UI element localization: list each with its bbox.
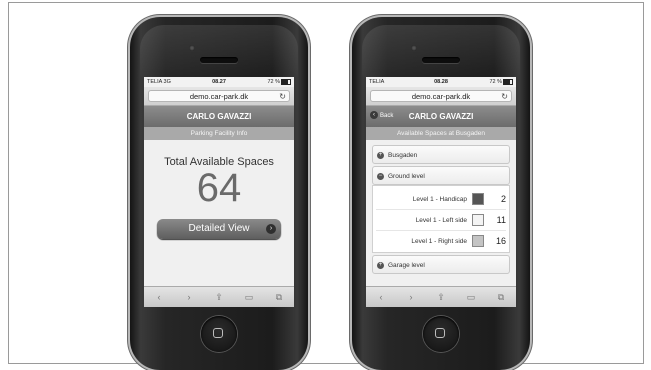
list-item: Level 1 - Handicap 2	[376, 189, 506, 210]
home-button[interactable]	[423, 316, 459, 352]
accordion-section-busgaden[interactable]: + Busgaden	[372, 145, 510, 164]
bookmarks-icon[interactable]: ▭	[242, 292, 256, 303]
battery-level: 72 %	[489, 79, 502, 85]
accordion-section-ground-level[interactable]: − Ground level	[372, 166, 510, 185]
left-screen: TELIA 3G 08.27 72 % demo.car-park.dk ↻ C…	[144, 77, 294, 307]
status-bar: TELIA 3G 08.27 72 %	[144, 77, 294, 87]
speaker-grille	[422, 57, 460, 63]
forward-nav-icon[interactable]: ›	[404, 292, 418, 302]
right-phone: TELIA 08.28 72 % demo.car-park.dk ↻ ‹ Bac…	[352, 17, 530, 370]
back-nav-icon[interactable]: ‹	[374, 292, 388, 302]
level-count: 2	[500, 194, 506, 204]
bookmarks-icon[interactable]: ▭	[464, 292, 478, 303]
browser-address-bar: demo.car-park.dk ↻	[144, 87, 294, 106]
battery-level: 72 %	[267, 79, 280, 85]
ground-level-details: Level 1 - Handicap 2 Level 1 - Left side…	[372, 185, 510, 253]
url-field[interactable]: demo.car-park.dk ↻	[148, 90, 290, 102]
level-color-swatch	[472, 214, 484, 226]
back-arrow-icon: ‹	[370, 111, 378, 120]
level-accordion: + Busgaden − Ground level Level 1 - Handic…	[372, 145, 510, 287]
browser-toolbar: ‹ › ⇪ ▭ ⧉	[144, 286, 294, 307]
level-color-swatch	[472, 193, 484, 205]
browser-address-bar: demo.car-park.dk ↻	[366, 87, 516, 106]
detailed-view-label: Detailed View	[188, 223, 250, 234]
battery-icon	[503, 78, 513, 85]
url-text: demo.car-park.dk	[411, 92, 471, 101]
list-item: Level 1 - Left side 11	[376, 210, 506, 231]
reload-icon[interactable]: ↻	[279, 91, 286, 102]
list-item: Level 1 - Right side 16	[376, 231, 506, 251]
share-icon[interactable]: ⇪	[212, 292, 226, 303]
app-header: ‹ Back CARLO GAVAZZI	[366, 106, 516, 127]
back-nav-icon[interactable]: ‹	[152, 292, 166, 302]
minus-icon: −	[377, 172, 384, 180]
url-text: demo.car-park.dk	[189, 92, 249, 101]
home-button[interactable]	[201, 316, 237, 352]
camera-icon	[189, 45, 195, 51]
total-spaces-value: 64	[196, 166, 242, 210]
back-button[interactable]: ‹ Back	[370, 106, 393, 127]
level-color-swatch	[472, 235, 484, 247]
browser-toolbar: ‹ › ⇪ ▭ ⧉	[366, 286, 516, 307]
level-name: Level 1 - Left side	[415, 216, 467, 224]
detailed-view-button[interactable]: Detailed View ›	[157, 219, 281, 239]
app-title: CARLO GAVAZZI	[408, 112, 474, 121]
level-count: 16	[495, 236, 506, 246]
plus-icon: +	[377, 261, 384, 269]
chevron-right-icon: ›	[266, 224, 276, 234]
figure-frame: TELIA 3G 08.27 72 % demo.car-park.dk ↻ C…	[8, 2, 644, 370]
accordion-section-garage-level[interactable]: + Garage level	[372, 255, 510, 274]
camera-icon	[411, 45, 417, 51]
level-name: Level 1 - Right side	[411, 237, 467, 245]
main-content: + Busgaden − Ground level Level 1 - Handic…	[366, 140, 516, 287]
page-subtitle: Parking Facility Info	[144, 127, 294, 141]
left-phone: TELIA 3G 08.27 72 % demo.car-park.dk ↻ C…	[130, 17, 308, 370]
reload-icon[interactable]: ↻	[501, 91, 508, 102]
battery-icon	[281, 78, 291, 85]
level-name: Level 1 - Handicap	[412, 195, 467, 203]
level-count: 11	[496, 215, 506, 225]
app-title: CARLO GAVAZZI	[186, 112, 252, 121]
speaker-grille	[200, 57, 238, 63]
section-label: Busgaden	[388, 152, 418, 159]
app-header: CARLO GAVAZZI	[144, 106, 294, 127]
tabs-icon[interactable]: ⧉	[494, 292, 508, 303]
url-field[interactable]: demo.car-park.dk ↻	[370, 90, 512, 102]
share-icon[interactable]: ⇪	[434, 292, 448, 303]
status-bar: TELIA 08.28 72 %	[366, 77, 516, 87]
main-content: Total Available Spaces 64 Detailed View …	[144, 140, 294, 287]
back-label: Back	[380, 113, 394, 119]
home-square-icon	[213, 328, 223, 338]
section-label: Ground level	[388, 173, 425, 180]
home-square-icon	[435, 328, 445, 338]
forward-nav-icon[interactable]: ›	[182, 292, 196, 302]
right-screen: TELIA 08.28 72 % demo.car-park.dk ↻ ‹ Bac…	[366, 77, 516, 307]
tabs-icon[interactable]: ⧉	[272, 292, 286, 303]
page-subtitle: Available Spaces at Busgaden	[366, 127, 516, 141]
plus-icon: +	[377, 151, 384, 159]
section-label: Garage level	[388, 262, 425, 269]
